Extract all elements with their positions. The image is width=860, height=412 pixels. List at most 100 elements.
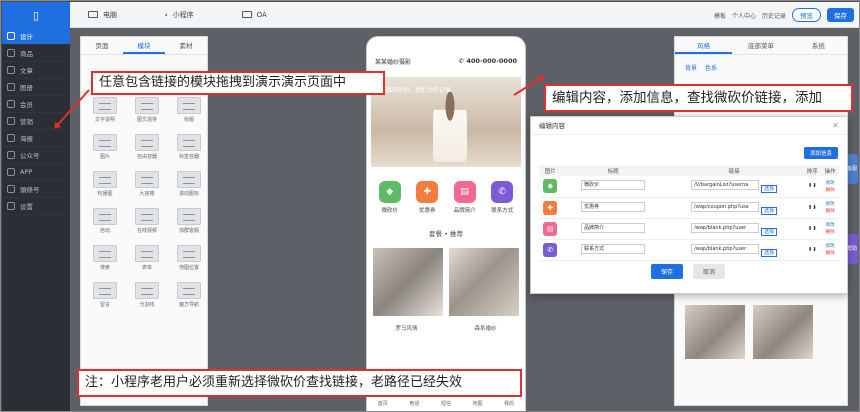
link-user-center[interactable]: 个人中心: [732, 11, 756, 20]
add-info-button[interactable]: 添加信息: [803, 147, 838, 159]
module-tile[interactable]: 文字说明: [86, 97, 124, 125]
module-tile[interactable]: 标题: [170, 97, 208, 125]
icon-brand-intro[interactable]: ▤ 品牌简介: [453, 181, 476, 214]
delete-link[interactable]: 删除: [826, 250, 835, 256]
module-tile[interactable]: 自动: [86, 208, 124, 236]
tab-pc[interactable]: 电脑: [88, 10, 117, 20]
edit-link[interactable]: 修改: [826, 243, 835, 249]
delete-link[interactable]: 删除: [826, 187, 835, 193]
footer-sms[interactable]: 短信: [441, 400, 451, 407]
module-tile[interactable]: 滚动图标: [170, 171, 208, 199]
save-button[interactable]: 保存: [827, 8, 854, 22]
module-tile[interactable]: 自由容器: [128, 134, 166, 162]
link-history[interactable]: 历史记录: [762, 11, 786, 20]
nav-item-toutiao[interactable]: 頭條号: [2, 181, 70, 198]
nav-item-design[interactable]: 设计: [2, 28, 70, 45]
icon-bargain[interactable]: ◆ 微砍价: [378, 181, 401, 214]
module-tile[interactable]: 轮播图: [86, 171, 124, 199]
dialog-save-button[interactable]: 保存: [651, 264, 684, 279]
nav-item-members[interactable]: 会员: [2, 96, 70, 113]
select-link-button[interactable]: 选择: [761, 248, 778, 257]
module-tile[interactable]: 地图位置: [170, 245, 208, 273]
delete-link[interactable]: 删除: [826, 229, 835, 235]
tab-modules[interactable]: 模块: [123, 37, 165, 54]
module-tile[interactable]: 加群客服: [170, 208, 208, 236]
tab-bottom-menu[interactable]: 底部菜单: [732, 37, 789, 54]
tag-icon[interactable]: ◆: [543, 179, 558, 194]
dialog-cancel-button[interactable]: 取消: [693, 264, 726, 279]
link-input[interactable]: /wap/blank.php?user: [691, 243, 760, 254]
nav-item-settings[interactable]: 设置: [2, 198, 70, 215]
link-input[interactable]: /V/bargainList?userna: [691, 180, 760, 191]
nav-item-app[interactable]: APP: [2, 164, 70, 181]
tag-icon: ◆: [378, 181, 401, 203]
module-tile[interactable]: 图片: [86, 134, 124, 162]
title-input[interactable]: 优惠券: [581, 201, 646, 212]
tab-miniprogram[interactable]: 𝓈 小程序: [165, 10, 194, 20]
phone-preview[interactable]: 某某婚纱摄影 ✆ 400-000-0000 幸福的时刻，我们为你记录 ◆ 微砍价 …: [366, 36, 526, 411]
link-input[interactable]: /wap/coupon.php?use: [691, 201, 760, 212]
module-tile[interactable]: 图文混排: [128, 97, 166, 125]
subtab-background[interactable]: 背景: [685, 63, 697, 72]
edit-link[interactable]: 修改: [826, 222, 835, 228]
subtab-color[interactable]: 色系: [705, 63, 717, 72]
table-row: ◆ 微砍价 /V/bargainList?userna选择 ⬆⬇ 修改 删除: [539, 176, 839, 198]
nav-item-goods[interactable]: 商品: [2, 45, 70, 62]
module-tile[interactable]: 标签容器: [170, 134, 208, 162]
nav-item-articles[interactable]: 文章: [2, 62, 70, 79]
table-header: 图片 标题 链接 排序 操作: [539, 165, 839, 176]
app-window: ▯ 设计 商品 文章 图册 会员 营销 海报 公众号 APP 頭條号 设置 电脑…: [0, 0, 860, 412]
module-tile[interactable]: 魔方导航: [170, 282, 208, 310]
edit-link[interactable]: 修改: [826, 180, 835, 186]
nav-item-poster[interactable]: 海报: [2, 130, 70, 147]
module-tile[interactable]: 分割线: [128, 282, 166, 310]
module-tile[interactable]: 搜索: [86, 245, 124, 273]
module-label: 魔方导航: [178, 302, 199, 308]
title-input[interactable]: 联系方式: [581, 243, 646, 254]
icon-contact[interactable]: ✆ 联系方式: [491, 181, 513, 214]
edit-link[interactable]: 修改: [826, 201, 835, 207]
phone-icon[interactable]: ✆: [543, 242, 558, 257]
tab-style[interactable]: 风格: [675, 37, 733, 54]
link-templates[interactable]: 模板: [714, 11, 726, 20]
package-photos: [367, 238, 525, 316]
footer-phone[interactable]: 电话: [409, 400, 419, 407]
preview-button[interactable]: 预览: [792, 8, 821, 22]
sort-arrows-icon[interactable]: ⬆⬇: [803, 176, 822, 198]
module-icon: [135, 208, 159, 225]
title-input[interactable]: 品牌简介: [581, 222, 646, 233]
title-input[interactable]: 微砍价: [581, 180, 646, 191]
style-thumb-2[interactable]: [753, 305, 813, 359]
sort-arrows-icon[interactable]: ⬆⬇: [803, 197, 822, 219]
select-link-button[interactable]: 选择: [761, 206, 778, 215]
link-input[interactable]: /wap/blank.php?user: [691, 222, 760, 233]
select-link-button[interactable]: 选择: [761, 185, 778, 194]
tab-materials[interactable]: 素材: [165, 37, 207, 54]
tab-page[interactable]: 页面: [81, 37, 123, 54]
icon-coupon[interactable]: ✚ 优惠券: [416, 181, 439, 214]
tab-oa[interactable]: OA: [241, 11, 267, 19]
sort-arrows-icon[interactable]: ⬆⬇: [803, 218, 822, 240]
delete-link[interactable]: 删除: [826, 208, 835, 214]
mobile-logo-icon[interactable]: ▯: [2, 2, 70, 28]
banner-image[interactable]: 幸福的时刻，我们为你记录: [371, 77, 521, 167]
nav-item-official-account[interactable]: 公众号: [2, 147, 70, 164]
coupon-icon[interactable]: ✚: [543, 200, 558, 215]
footer-map[interactable]: 地图: [473, 400, 483, 407]
footer-home[interactable]: 首页: [378, 400, 388, 407]
nav-item-albums[interactable]: 图册: [2, 79, 70, 96]
app-icon: [7, 168, 15, 176]
module-tile[interactable]: 留言: [86, 282, 124, 310]
tab-system[interactable]: 系统: [790, 37, 847, 54]
photo-forest[interactable]: [449, 248, 519, 316]
module-tile[interactable]: 在线视频: [128, 208, 166, 236]
sort-arrows-icon[interactable]: ⬆⬇: [803, 239, 822, 261]
style-thumb-1[interactable]: [685, 305, 745, 359]
module-tile[interactable]: 九宫格: [128, 171, 166, 199]
close-icon[interactable]: ✕: [832, 117, 839, 135]
select-link-button[interactable]: 选择: [761, 227, 778, 236]
document-icon[interactable]: ▤: [543, 221, 558, 236]
footer-me[interactable]: 我的: [504, 400, 514, 407]
module-tile[interactable]: 表单: [128, 245, 166, 273]
photo-rome[interactable]: [373, 248, 443, 316]
